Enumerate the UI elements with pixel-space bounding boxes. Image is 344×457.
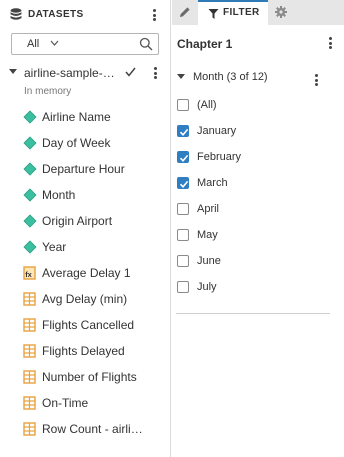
field-label: Airline Name [42,110,111,124]
month-option[interactable]: January [176,122,336,142]
month-option-label: June [197,255,221,267]
tab-filter[interactable]: FILTER [198,0,268,25]
checkbox-checked[interactable] [177,151,189,163]
field-item[interactable]: Year [0,234,170,260]
month-option-label: (All) [197,99,217,111]
dimension-icon [23,240,37,254]
tab-settings[interactable] [268,0,296,25]
search-icon[interactable] [139,37,153,51]
collapse-caret-icon[interactable] [9,69,17,74]
checkmark-icon [125,67,136,77]
month-filter-header[interactable]: Month (3 of 12) [172,70,344,86]
field-label: Month [42,188,76,202]
chevron-down-icon[interactable] [50,39,59,47]
collapse-caret-icon[interactable] [177,74,185,79]
panel-tabbar: FILTER [172,0,344,25]
month-option[interactable]: June [176,252,336,272]
field-label: Avg Delay (min) [42,292,128,306]
dataset-search-box[interactable]: All [11,33,159,55]
field-item[interactable]: On-Time [0,390,170,416]
checkbox-unchecked[interactable] [177,255,189,267]
measure-icon [23,344,37,358]
checkbox-checked[interactable] [177,177,189,189]
field-label: Year [42,240,67,254]
gear-icon [275,6,287,18]
month-option-label: March [197,177,228,189]
field-label: Flights Cancelled [42,318,135,332]
measure-icon [23,422,37,436]
field-item[interactable]: Month [0,182,170,208]
month-option-label: February [197,151,242,163]
field-label: Origin Airport [42,214,113,228]
data-source-name: airline-sample-… [24,66,115,80]
database-icon [10,8,22,20]
month-option[interactable]: March [176,174,336,194]
field-label: Row Count - airli… [42,422,143,436]
measure-icon [23,370,37,384]
month-option[interactable]: (All) [176,96,336,116]
field-item[interactable]: Avg Delay (min) [0,286,170,312]
field-label: Number of Flights [42,370,137,384]
tab-filter-label: FILTER [223,7,260,18]
month-option-label: January [197,125,237,137]
month-option-label: April [197,203,220,215]
field-label: On-Time [42,396,89,410]
checkbox-unchecked[interactable] [177,281,189,293]
pencil-icon [180,7,190,18]
field-item[interactable]: Departure Hour [0,156,170,182]
datasets-panel: DATASETS All airline-sample-… In memory … [0,0,171,457]
month-option[interactable]: July [176,278,336,298]
month-filter-menu-button[interactable] [312,73,320,87]
field-label: Flights Delayed [42,344,125,358]
field-item[interactable]: Row Count - airli… [0,416,170,442]
field-label: Average Delay 1 [42,266,131,280]
data-source-menu-button[interactable] [151,66,159,80]
dimension-icon [23,188,37,202]
measure-icon [23,318,37,332]
field-label: Day of Week [42,136,111,150]
divider [176,313,330,314]
datasets-header: DATASETS [0,0,170,30]
field-item[interactable]: Origin Airport [0,208,170,234]
month-option[interactable]: April [176,200,336,220]
checkbox-unchecked[interactable] [177,229,189,241]
measure-icon [23,396,37,410]
field-item[interactable]: Flights Cancelled [0,312,170,338]
data-source-row[interactable]: airline-sample-… [0,62,170,82]
month-option-label: July [197,281,217,293]
datasets-menu-button[interactable] [150,8,158,22]
month-option[interactable]: May [176,226,336,246]
data-source-status: In memory [24,86,72,97]
field-item[interactable]: Airline Name [0,104,170,130]
month-option[interactable]: February [176,148,336,168]
datasets-title: DATASETS [28,9,84,20]
filter-icon [208,9,219,19]
month-filter-label: Month (3 of 12) [193,71,268,83]
checkbox-unchecked[interactable] [177,99,189,111]
dimension-icon [23,214,37,228]
chapter-title: Chapter 1 [177,37,233,51]
chapter-menu-button[interactable] [326,36,334,50]
tab-edit[interactable] [172,0,198,25]
filter-panel: FILTER Chapter 1 Month (3 of 12) (All) Ja… [172,0,344,457]
field-item[interactable]: Number of Flights [0,364,170,390]
dimension-icon [23,162,37,176]
dimension-icon [23,136,37,150]
field-item[interactable]: Flights Delayed [0,338,170,364]
field-type-select[interactable]: All [27,38,39,50]
dimension-icon [23,110,37,124]
calculated-measure-icon: fx [23,266,37,280]
field-item[interactable]: Day of Week [0,130,170,156]
field-label: Departure Hour [42,162,125,176]
checkbox-checked[interactable] [177,125,189,137]
checkbox-unchecked[interactable] [177,203,189,215]
svg-text:fx: fx [25,270,32,279]
measure-icon [23,292,37,306]
field-item[interactable]: fx Average Delay 1 [0,260,170,286]
month-option-label: May [197,229,218,241]
